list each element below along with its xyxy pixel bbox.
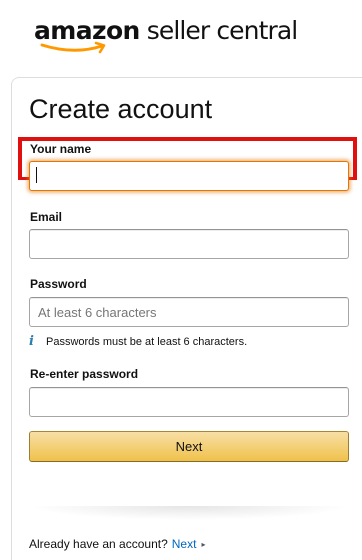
password-hint: i Passwords must be at least 6 character… [29,334,247,349]
signin-text: Already have an account? [29,537,168,551]
password-label: Password [30,277,87,291]
logo-seller-central-text: seller central [146,16,299,45]
info-icon: i [29,334,34,349]
text-cursor [36,167,37,183]
page-header: amazon seller central [0,0,362,66]
your-name-label: Your name [30,142,92,156]
email-label: Email [30,210,63,224]
signin-next-link[interactable]: Next [172,537,197,551]
next-button[interactable]: Next [29,431,349,462]
password-hint-text: Passwords must be at least 6 characters. [46,335,248,348]
password-input[interactable] [29,297,349,327]
caret-right-icon: ▸ [201,539,206,549]
divider [28,506,350,520]
your-name-input[interactable] [29,161,349,191]
signin-prompt: Already have an account? Next ▸ [29,537,205,551]
reenter-password-label: Re-enter password [30,367,139,381]
reenter-password-input[interactable] [29,387,349,417]
email-input[interactable] [29,229,349,259]
amazon-smile-icon [40,41,106,54]
page-title: Create account [29,94,213,124]
amazon-seller-central-logo[interactable]: amazon seller central [34,14,299,62]
